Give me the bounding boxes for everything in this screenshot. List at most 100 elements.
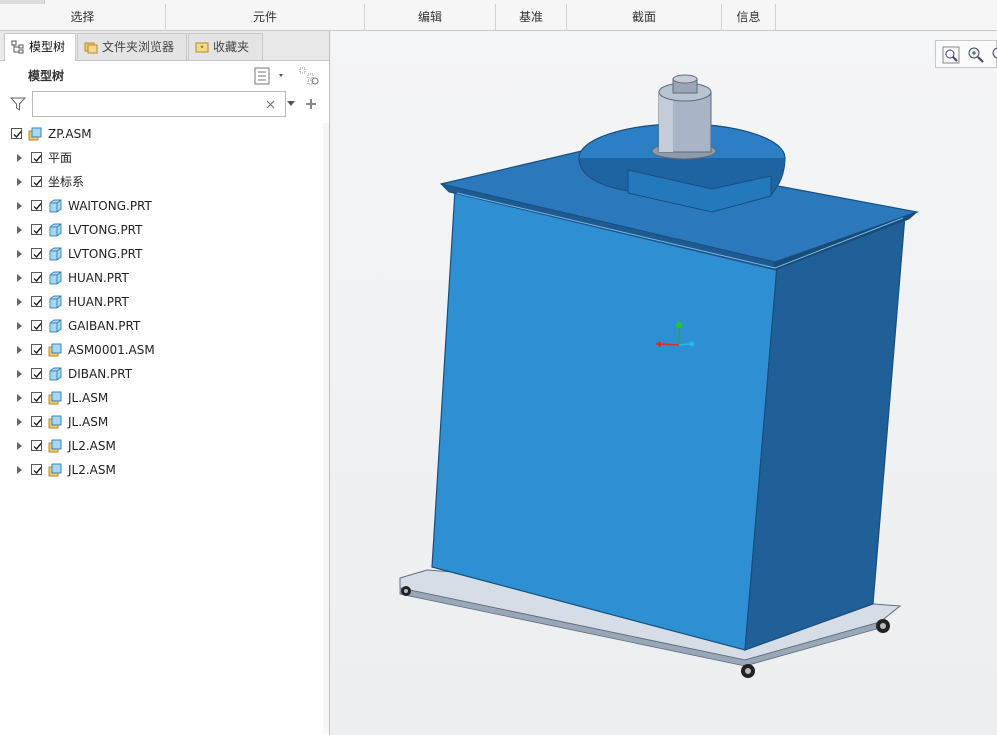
tree-row-label: JL.ASM	[68, 391, 109, 405]
expand-arrow-icon[interactable]	[17, 274, 22, 282]
visibility-checkbox[interactable]	[31, 440, 42, 451]
part-icon	[49, 223, 62, 237]
zoom-in-icon[interactable]	[966, 45, 986, 65]
navigator-tabbar: 模型树 文件夹浏览器 收藏夹	[0, 31, 329, 61]
tree-row-label: LVTONG.PRT	[68, 223, 143, 237]
tree-row-label: DIBAN.PRT	[68, 367, 133, 381]
tree-row[interactable]: JL2.ASM	[0, 459, 329, 481]
expand-arrow-icon[interactable]	[17, 298, 22, 306]
tree-row-label: JL2.ASM	[68, 463, 116, 477]
tree-row-label: 坐标系	[48, 175, 85, 189]
tree-row[interactable]: HUAN.PRT	[0, 291, 329, 313]
visibility-checkbox[interactable]	[31, 416, 42, 427]
tree-row[interactable]: 坐标系	[0, 171, 329, 193]
visibility-checkbox[interactable]	[31, 152, 42, 163]
assembly-icon	[48, 463, 62, 477]
add-filter-icon[interactable]	[305, 98, 317, 110]
tree-root-row[interactable]: ZP.ASM	[0, 123, 329, 145]
part-icon	[49, 199, 62, 213]
part-icon	[49, 295, 62, 309]
tree-row-label: WAITONG.PRT	[68, 199, 152, 213]
visibility-checkbox[interactable]	[31, 224, 42, 235]
visibility-checkbox[interactable]	[31, 176, 42, 187]
refit-icon[interactable]	[941, 45, 961, 65]
tree-row[interactable]: LVTONG.PRT	[0, 243, 329, 265]
show-tree-filter-icon[interactable]	[298, 66, 320, 86]
expand-arrow-icon[interactable]	[17, 442, 22, 450]
tree-row[interactable]: JL.ASM	[0, 387, 329, 409]
model-tree-icon	[11, 40, 24, 54]
visibility-checkbox[interactable]	[31, 200, 42, 211]
tree-root-checkbox[interactable]	[11, 128, 22, 139]
part-icon	[49, 367, 62, 381]
tree-row[interactable]: 平面	[0, 147, 329, 169]
tree-row[interactable]: GAIBAN.PRT	[0, 315, 329, 337]
part-icon	[49, 271, 62, 285]
tree-row[interactable]: HUAN.PRT	[0, 267, 329, 289]
tree-row-label: GAIBAN.PRT	[68, 319, 141, 333]
graphics-viewport[interactable]	[331, 31, 997, 735]
tree-filter-row	[8, 91, 324, 119]
assembly-icon	[48, 415, 62, 429]
visibility-checkbox[interactable]	[31, 272, 42, 283]
expand-arrow-icon[interactable]	[17, 346, 22, 354]
tree-row-label: 平面	[48, 151, 73, 165]
zoom-out-icon[interactable]	[990, 45, 997, 65]
ribbon-group-info[interactable]: 信息	[722, 4, 776, 30]
tree-row[interactable]: DIBAN.PRT	[0, 363, 329, 385]
tree-row[interactable]: WAITONG.PRT	[0, 195, 329, 217]
model-render	[399, 74, 920, 678]
folder-browser-icon	[84, 42, 98, 54]
tab-folder-browser[interactable]: 文件夹浏览器	[77, 33, 187, 60]
tab-model-tree-label: 模型树	[29, 40, 66, 54]
tree-search-input[interactable]	[32, 91, 286, 117]
expand-arrow-icon[interactable]	[17, 250, 22, 258]
tree-row-label: ASM0001.ASM	[68, 343, 155, 357]
expand-arrow-icon[interactable]	[17, 370, 22, 378]
ribbon-group-bar: 选择 元件 编辑 基准 截面 信息	[0, 0, 997, 31]
expand-arrow-icon[interactable]	[17, 322, 22, 330]
ribbon-group-component[interactable]: 元件	[166, 4, 365, 30]
clear-search-icon[interactable]	[266, 100, 275, 109]
visibility-checkbox[interactable]	[31, 248, 42, 259]
assembly-icon	[48, 343, 62, 357]
tree-row-label: JL2.ASM	[68, 439, 116, 453]
ribbon-group-select[interactable]: 选择	[0, 4, 166, 30]
visibility-checkbox[interactable]	[31, 344, 42, 355]
expand-arrow-icon[interactable]	[17, 178, 22, 186]
expand-arrow-icon[interactable]	[17, 202, 22, 210]
search-options-chevron-icon[interactable]	[287, 101, 295, 107]
tree-row-label: HUAN.PRT	[68, 295, 129, 309]
visibility-checkbox[interactable]	[31, 464, 42, 475]
expand-arrow-icon[interactable]	[17, 466, 22, 474]
assembly-icon	[48, 391, 62, 405]
ribbon-group-datum[interactable]: 基准	[496, 4, 567, 30]
expand-arrow-icon[interactable]	[17, 418, 22, 426]
main-body-front	[431, 189, 778, 651]
part-icon	[49, 247, 62, 261]
tree-scrollbar[interactable]	[323, 123, 329, 733]
tree-row[interactable]: JL2.ASM	[0, 435, 329, 457]
expand-arrow-icon[interactable]	[17, 154, 22, 162]
filter-icon[interactable]	[10, 96, 26, 112]
part-icon	[49, 319, 62, 333]
ribbon-group-section[interactable]: 截面	[567, 4, 722, 30]
tab-folder-browser-label: 文件夹浏览器	[102, 40, 175, 54]
tree-settings-icon[interactable]	[253, 66, 287, 86]
expand-arrow-icon[interactable]	[17, 226, 22, 234]
expand-arrow-icon[interactable]	[17, 394, 22, 402]
visibility-checkbox[interactable]	[31, 392, 42, 403]
assembly-icon	[48, 439, 62, 453]
tree-row[interactable]: JL.ASM	[0, 411, 329, 433]
tree-row[interactable]: LVTONG.PRT	[0, 219, 329, 241]
visibility-checkbox[interactable]	[31, 368, 42, 379]
tab-model-tree[interactable]: 模型树	[4, 33, 76, 61]
ribbon-group-edit[interactable]: 编辑	[365, 4, 496, 30]
view-toolbar	[935, 40, 997, 68]
navigator-panel: 模型树 文件夹浏览器 收藏夹 模型树 ZP.ASM 平面 坐标系 WAITONG…	[0, 31, 330, 735]
visibility-checkbox[interactable]	[31, 320, 42, 331]
visibility-checkbox[interactable]	[31, 296, 42, 307]
tab-favorites[interactable]: 收藏夹	[188, 33, 263, 60]
tree-row[interactable]: ASM0001.ASM	[0, 339, 329, 361]
panel-title: 模型树	[28, 69, 65, 83]
